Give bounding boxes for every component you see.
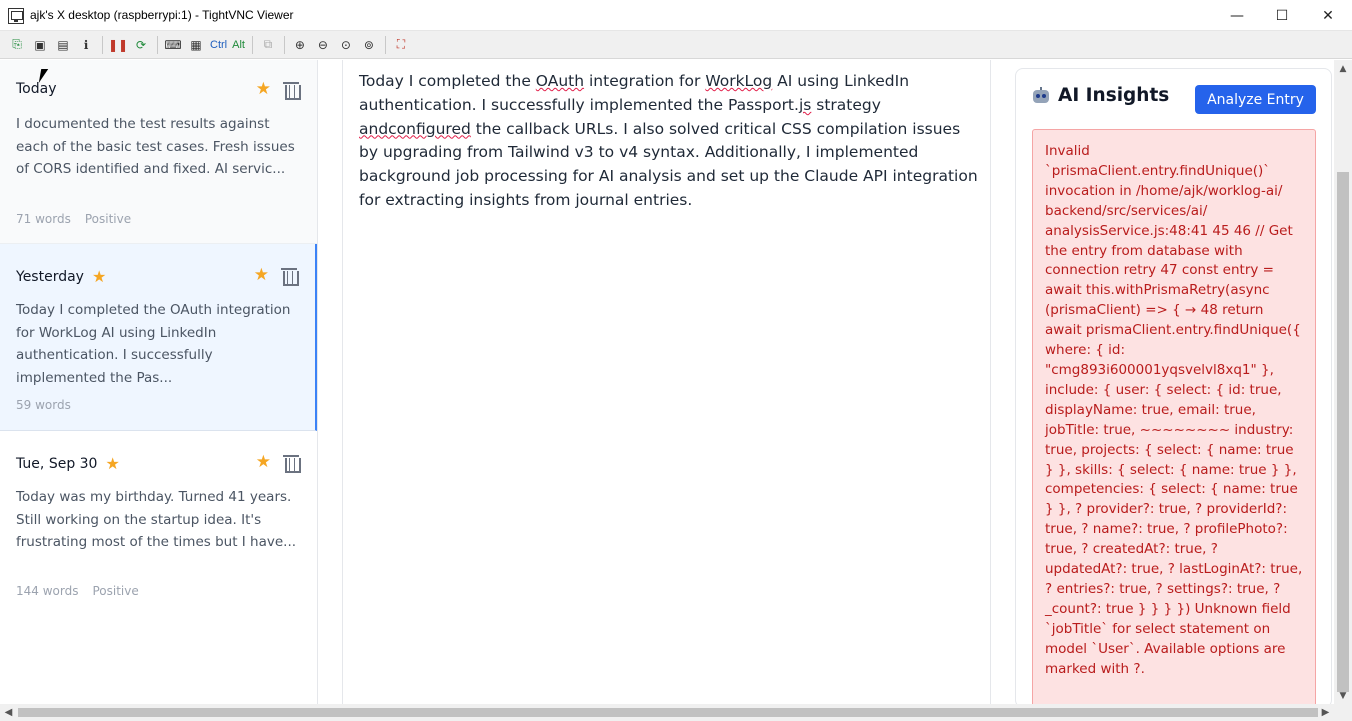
toolbar-separator bbox=[102, 35, 103, 54]
analyze-entry-button[interactable]: Analyze Entry bbox=[1195, 85, 1316, 114]
entry-excerpt: I documented the test results against ea… bbox=[16, 116, 295, 177]
delete-trash-icon[interactable] bbox=[283, 81, 301, 100]
entry-card-sep-30[interactable]: Tue, Sep 30 ★ ★ Today was my birthday. T… bbox=[0, 431, 317, 618]
spellcheck-word: WorkLog bbox=[705, 72, 773, 90]
horizontal-scrollbar[interactable]: ◀ ▶ bbox=[0, 704, 1352, 721]
scroll-right-icon[interactable]: ▶ bbox=[1317, 704, 1334, 721]
entry-card-yesterday[interactable]: Yesterday ★ ★ Today I completed the OAut… bbox=[0, 244, 317, 431]
minimize-button[interactable]: — bbox=[1214, 0, 1260, 31]
error-message-text: Invalid `prismaClient.entry.findUnique()… bbox=[1045, 143, 1303, 677]
favorite-marker-star-icon: ★ bbox=[91, 267, 107, 286]
vnc-toolbar: ⎘ ▣ ▤ ℹ ❚❚ ⟳ ⌨ ▦ Ctrl Alt ⧉ ⊕ ⊖ ⊙ ⊚ ⛶ bbox=[0, 31, 1352, 59]
alt-key-button[interactable]: Alt bbox=[230, 34, 247, 56]
scroll-left-icon[interactable]: ◀ bbox=[0, 704, 17, 721]
entry-excerpt: Today I completed the OAuth integration … bbox=[16, 302, 291, 386]
entry-date-label: Tue, Sep 30 bbox=[16, 455, 98, 472]
window-title: ajk's X desktop (raspberrypi:1) - TightV… bbox=[30, 8, 294, 22]
maximize-button[interactable]: ☐ bbox=[1259, 0, 1305, 31]
spellcheck-word: andconfigured bbox=[359, 119, 471, 138]
robot-icon bbox=[1032, 86, 1050, 105]
toolbar-separator bbox=[283, 35, 285, 54]
zoom-100-icon[interactable]: ⊙ bbox=[335, 34, 357, 56]
zoom-out-icon[interactable]: ⊖ bbox=[312, 34, 334, 56]
delete-trash-icon[interactable] bbox=[283, 454, 301, 473]
word-count: 71 words bbox=[16, 212, 71, 226]
entry-actions: ★ bbox=[256, 454, 301, 473]
ctrl-key-button[interactable]: Ctrl bbox=[208, 34, 229, 56]
ai-insights-title: AI Insights bbox=[1058, 85, 1170, 106]
entry-date: Today bbox=[16, 81, 57, 97]
favorite-star-icon[interactable]: ★ bbox=[256, 81, 271, 98]
editor-text-run: strategy bbox=[811, 95, 881, 114]
scroll-up-icon[interactable]: ▲ bbox=[1334, 60, 1352, 77]
fullscreen-icon[interactable]: ⛶ bbox=[390, 34, 412, 56]
horizontal-scroll-thumb[interactable] bbox=[18, 708, 1318, 717]
entry-actions: ★ bbox=[256, 81, 301, 100]
editor-text-run: Today I completed the bbox=[359, 72, 536, 90]
zoom-auto-icon[interactable]: ⊚ bbox=[358, 34, 380, 56]
ai-insights-panel: AI Insights Analyze Entry Invalid `prism… bbox=[1015, 68, 1332, 708]
entry-date: Tue, Sep 30 ★ bbox=[16, 454, 120, 473]
entry-excerpt: Today was my birthday. Turned 41 years. … bbox=[16, 489, 297, 550]
entry-date: Yesterday ★ bbox=[16, 267, 106, 286]
scroll-down-icon[interactable]: ▼ bbox=[1334, 687, 1352, 704]
window-titlebar: ajk's X desktop (raspberrypi:1) - TightV… bbox=[0, 0, 1352, 31]
entry-meta: 59 words bbox=[16, 398, 71, 412]
entry-date-label: Today bbox=[16, 81, 57, 97]
sentiment-label: Positive bbox=[92, 584, 139, 598]
journal-entries-sidebar: Today ★ I documented the test results ag… bbox=[0, 60, 318, 704]
pause-icon[interactable]: ❚❚ bbox=[107, 34, 129, 56]
delete-trash-icon[interactable] bbox=[281, 267, 299, 286]
entry-date-label: Yesterday bbox=[16, 268, 84, 285]
refresh-icon[interactable]: ⟳ bbox=[130, 34, 152, 56]
favorite-marker-star-icon: ★ bbox=[105, 454, 120, 473]
save-icon[interactable]: ▣ bbox=[29, 34, 51, 56]
entry-editor[interactable]: Today I completed the OAuth integration … bbox=[342, 60, 991, 704]
entry-editor-text[interactable]: Today I completed the OAuth integration … bbox=[359, 70, 983, 213]
toolbar-separator bbox=[251, 35, 253, 54]
error-message-box: Invalid `prismaClient.entry.findUnique()… bbox=[1032, 129, 1316, 707]
close-button[interactable]: ✕ bbox=[1305, 0, 1351, 31]
favorite-star-icon[interactable]: ★ bbox=[256, 454, 271, 471]
vertical-scroll-thumb[interactable] bbox=[1337, 172, 1349, 692]
ctrl-esc-icon[interactable]: ▦ bbox=[185, 34, 207, 56]
entry-card-today[interactable]: Today ★ I documented the test results ag… bbox=[0, 60, 317, 244]
toolbar-separator bbox=[157, 35, 158, 54]
spellcheck-word: OAuth bbox=[535, 72, 585, 90]
new-connection-icon[interactable]: ⎘ bbox=[6, 34, 28, 56]
word-count: 144 words bbox=[16, 584, 79, 598]
spellcheck-word: js bbox=[798, 95, 812, 114]
toolbar-separator bbox=[384, 35, 386, 54]
copy-icon[interactable]: ⧉ bbox=[257, 34, 279, 56]
tightvnc-app-icon bbox=[8, 8, 24, 24]
connection-info-icon[interactable]: ℹ bbox=[75, 34, 97, 56]
vertical-scrollbar[interactable]: ▲ ▼ bbox=[1334, 60, 1352, 704]
options-icon[interactable]: ▤ bbox=[52, 34, 74, 56]
zoom-in-icon[interactable]: ⊕ bbox=[289, 34, 311, 56]
sentiment-label: Positive bbox=[84, 212, 132, 226]
editor-text-run: integration for bbox=[584, 72, 706, 90]
ctrl-alt-del-icon[interactable]: ⌨ bbox=[162, 34, 184, 56]
entry-meta: 71 words Positive bbox=[16, 212, 131, 226]
word-count: 59 words bbox=[16, 398, 71, 412]
favorite-star-icon[interactable]: ★ bbox=[254, 267, 269, 284]
entry-actions: ★ bbox=[254, 267, 299, 286]
ai-insights-header: AI Insights bbox=[1032, 85, 1169, 106]
entry-meta: 144 words Positive bbox=[16, 584, 139, 598]
